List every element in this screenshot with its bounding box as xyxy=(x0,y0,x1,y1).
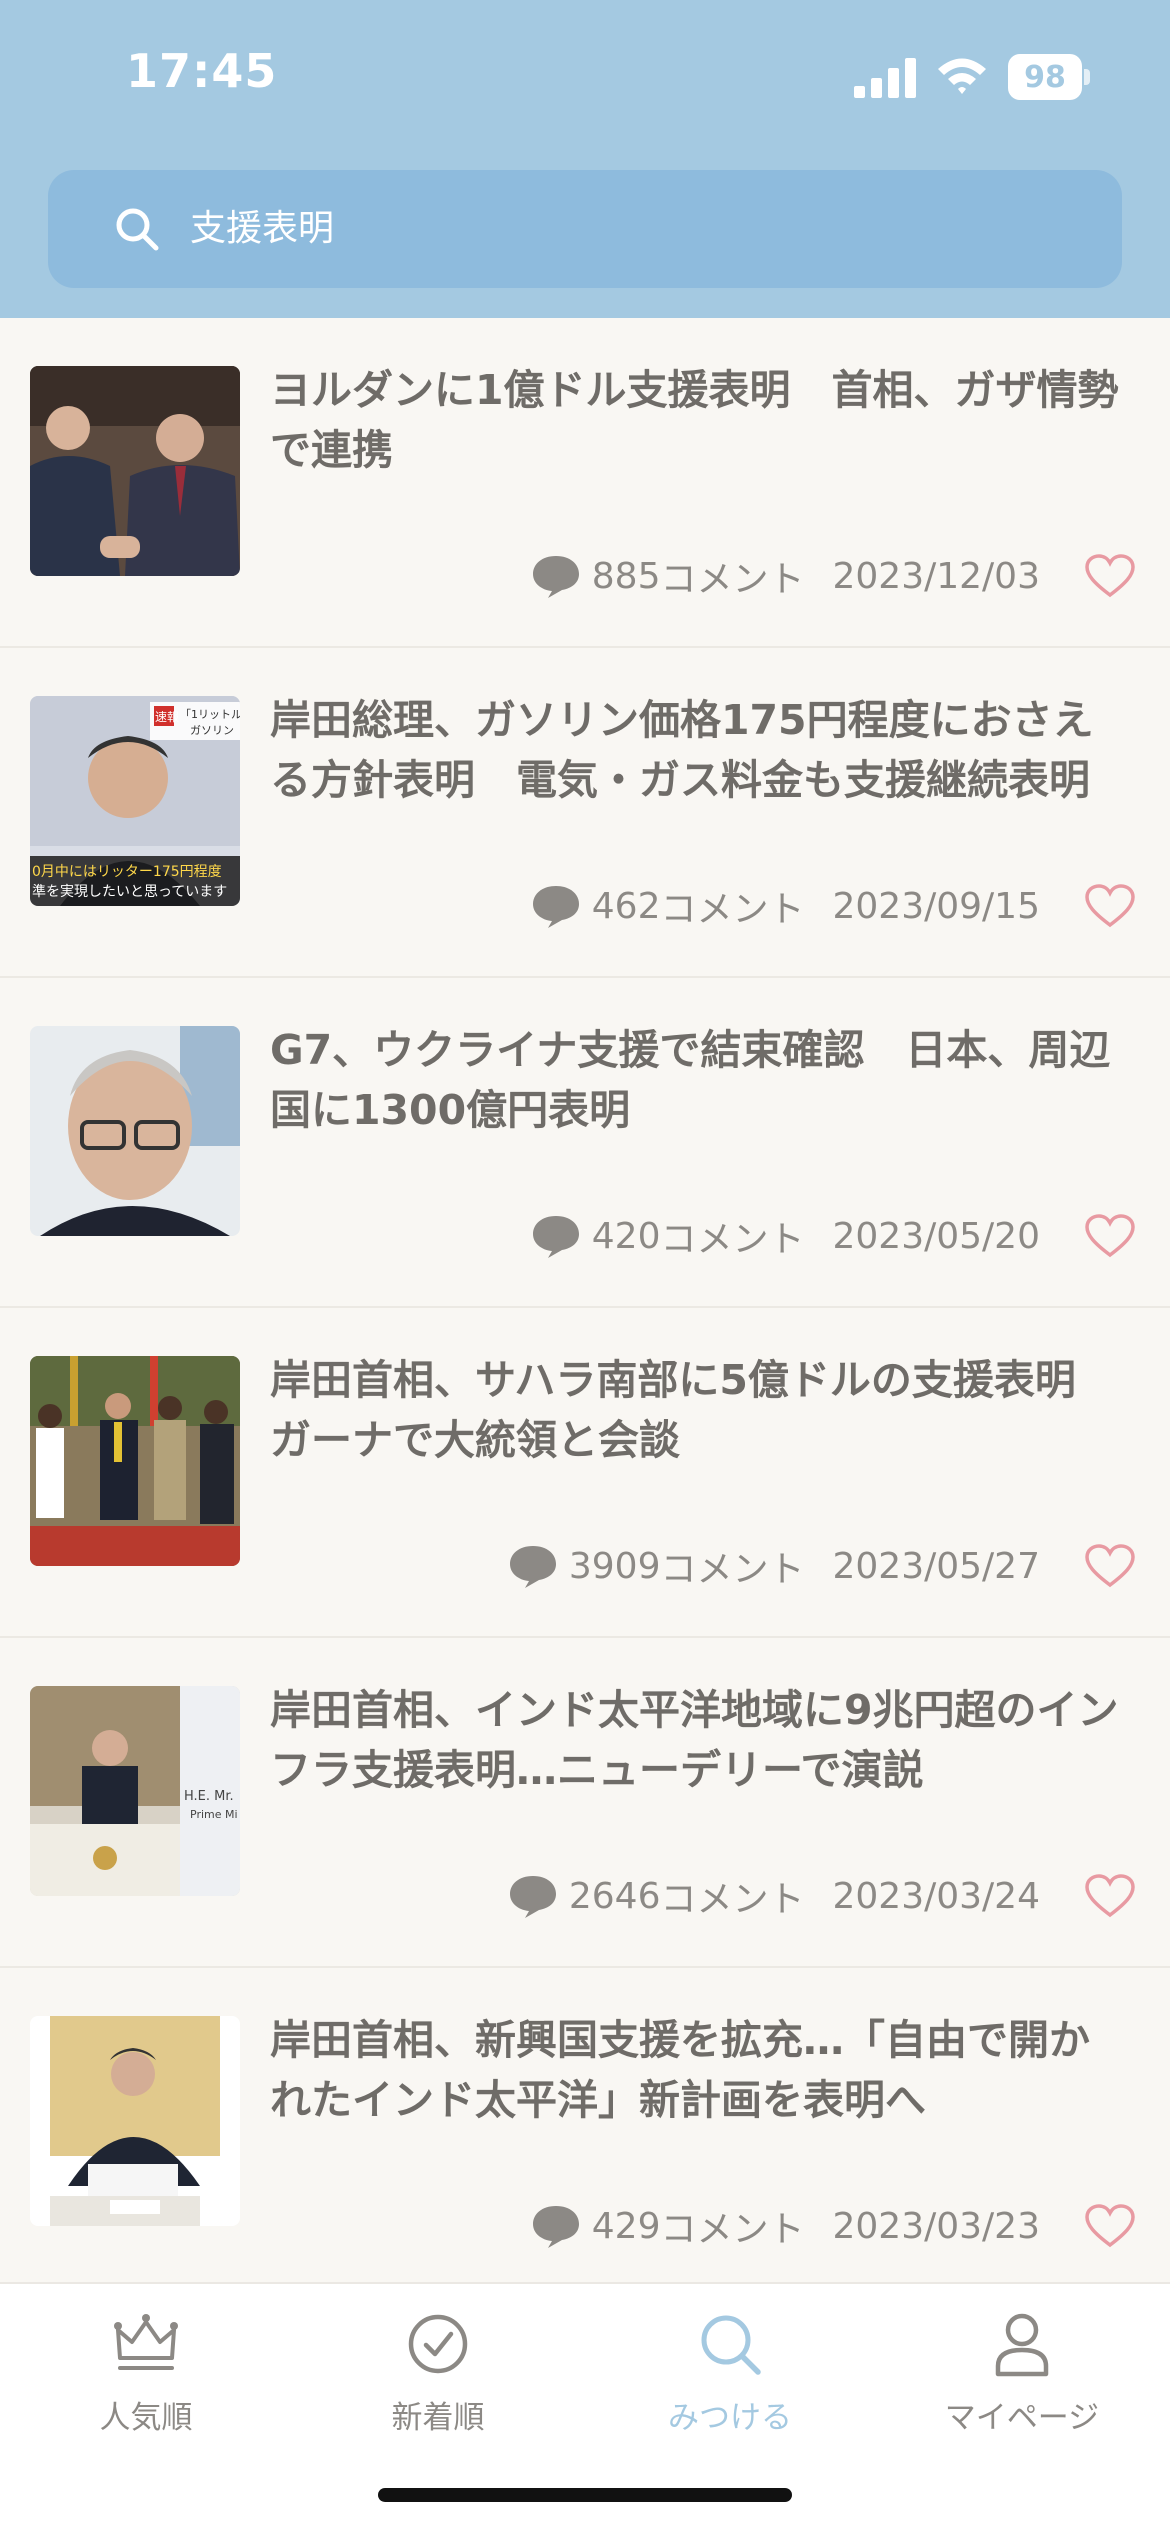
comment-icon xyxy=(532,2206,579,2248)
comment-label: コメント xyxy=(660,1549,805,1590)
article-date: 2023/05/20 xyxy=(832,1215,1041,1257)
comment-icon xyxy=(532,886,579,928)
article-date: 2023/03/23 xyxy=(832,2205,1041,2247)
comment-icon xyxy=(532,1216,579,1258)
article-meta: 429 コメント 2023/03/23 xyxy=(530,2200,1136,2252)
comment-label: コメント xyxy=(660,889,805,930)
article-title[interactable]: 岸田総理、ガソリン価格175円程度におさえる方針表明 電気・ガス料金も支援継続表… xyxy=(270,690,1130,810)
status-bar: 17:45 98 xyxy=(0,0,1170,150)
heart-icon[interactable] xyxy=(1084,553,1136,599)
article-meta: 2646 コメント 2023/03/24 xyxy=(507,1870,1136,1922)
comment-icon xyxy=(532,556,579,598)
article-thumbnail xyxy=(30,1356,240,1566)
article-item[interactable]: H.E. Mr. Prime Mi 岸田首相、インド太平洋地域に9兆円超のインフ… xyxy=(0,1638,1170,1968)
thumb-caption: Prime Mi xyxy=(190,1808,238,1821)
comment-icon xyxy=(509,1546,556,1588)
article-thumbnail: H.E. Mr. Prime Mi xyxy=(30,1686,240,1896)
comment-count: 420 xyxy=(591,1215,661,1257)
comment-count: 3909 xyxy=(568,1545,661,1587)
tab-latest[interactable]: 新着順 xyxy=(292,2310,584,2450)
thumb-caption: H.E. Mr. xyxy=(184,1789,234,1804)
heart-icon[interactable] xyxy=(1084,2203,1136,2249)
battery-level: 98 xyxy=(1008,54,1082,100)
article-meta: 420 コメント 2023/05/20 xyxy=(530,1210,1136,1262)
cellular-signal-icon xyxy=(854,58,916,98)
tab-discover[interactable]: みつける xyxy=(584,2310,876,2450)
comment-label: コメント xyxy=(660,559,805,600)
search-icon xyxy=(116,208,159,251)
heart-icon[interactable] xyxy=(1084,883,1136,929)
article-title[interactable]: G7、ウクライナ支援で結束確認 日本、周辺国に1300億円表明 xyxy=(270,1020,1130,1140)
article-title[interactable]: ヨルダンに1億ドル支援表明 首相、ガザ情勢で連携 xyxy=(270,360,1130,480)
app-header: 17:45 98 支援表明 xyxy=(0,0,1170,318)
heart-icon[interactable] xyxy=(1084,1213,1136,1259)
comment-icon xyxy=(509,1876,556,1918)
home-indicator[interactable] xyxy=(378,2488,792,2502)
comment-count: 885 xyxy=(591,555,661,597)
person-icon xyxy=(995,2313,1049,2377)
wifi-icon xyxy=(938,58,986,94)
thumb-caption-mid: ガソリン xyxy=(190,724,234,737)
tab-mypage[interactable]: マイページ xyxy=(876,2310,1168,2450)
article-date: 2023/05/27 xyxy=(832,1545,1041,1587)
search-input[interactable]: 支援表明 xyxy=(190,204,334,254)
article-meta: 885 コメント 2023/12/03 xyxy=(530,550,1136,602)
article-item[interactable]: G7、ウクライナ支援で結束確認 日本、周辺国に1300億円表明 420 コメント … xyxy=(0,978,1170,1308)
tab-label: 人気順 xyxy=(99,2400,193,2436)
article-meta: 3909 コメント 2023/05/27 xyxy=(507,1540,1136,1592)
comment-count: 462 xyxy=(591,885,661,927)
tab-label: マイページ xyxy=(944,2400,1100,2436)
status-time: 17:45 xyxy=(126,44,278,98)
article-item[interactable]: 岸田首相、サハラ南部に5億ドルの支援表明 ガーナで大統領と会談 3909 コメント… xyxy=(0,1308,1170,1638)
article-thumbnail xyxy=(30,366,240,576)
article-title[interactable]: 岸田首相、インド太平洋地域に9兆円超のインフラ支援表明…ニューデリーで演説 xyxy=(270,1680,1130,1800)
comment-count: 2646 xyxy=(568,1875,661,1917)
crown-icon xyxy=(114,2314,178,2370)
search-bar[interactable]: 支援表明 xyxy=(48,170,1122,288)
comment-label: コメント xyxy=(660,2209,805,2250)
thumb-caption: 0月中にはリッター175円程度 xyxy=(32,864,222,880)
article-item[interactable]: 速報 「1リットル ガソリン 0月中にはリッター175円程度 準を実現したいと思… xyxy=(0,648,1170,978)
comment-label: コメント xyxy=(660,1879,805,1920)
heart-icon[interactable] xyxy=(1084,1543,1136,1589)
clock-icon xyxy=(408,2314,468,2374)
article-thumbnail: 速報 「1リットル ガソリン 0月中にはリッター175円程度 準を実現したいと思… xyxy=(30,696,240,906)
tab-popular[interactable]: 人気順 xyxy=(0,2310,292,2450)
battery-icon: 98 xyxy=(1008,54,1090,100)
tab-label: 新着順 xyxy=(391,2400,485,2436)
article-item[interactable]: 岸田首相、新興国支援を拡充…「自由で開かれたインド太平洋」新計画を表明へ 429… xyxy=(0,1968,1170,2298)
heart-icon[interactable] xyxy=(1084,1873,1136,1919)
article-date: 2023/03/24 xyxy=(832,1875,1041,1917)
thumb-badge: 速報 xyxy=(155,710,179,724)
thumb-caption-top: 「1リットル xyxy=(180,708,240,721)
article-thumbnail xyxy=(30,2016,240,2226)
article-title[interactable]: 岸田首相、サハラ南部に5億ドルの支援表明 ガーナで大統領と会談 xyxy=(270,1350,1130,1470)
article-date: 2023/12/03 xyxy=(832,555,1041,597)
article-thumbnail xyxy=(30,1026,240,1236)
article-item[interactable]: ヨルダンに1億ドル支援表明 首相、ガザ情勢で連携 885 コメント 2023/12… xyxy=(0,318,1170,648)
comment-count: 429 xyxy=(591,2205,661,2247)
article-title[interactable]: 岸田首相、新興国支援を拡充…「自由で開かれたインド太平洋」新計画を表明へ xyxy=(270,2010,1130,2130)
article-meta: 462 コメント 2023/09/15 xyxy=(530,880,1136,932)
comment-label: コメント xyxy=(660,1219,805,1260)
article-date: 2023/09/15 xyxy=(832,885,1041,927)
tab-label: みつける xyxy=(668,2400,792,2436)
search-icon xyxy=(701,2315,761,2375)
thumb-caption: 準を実現したいと思っています xyxy=(32,884,227,900)
